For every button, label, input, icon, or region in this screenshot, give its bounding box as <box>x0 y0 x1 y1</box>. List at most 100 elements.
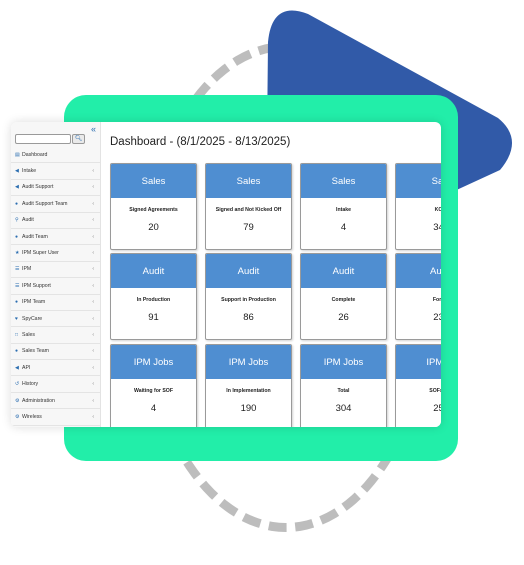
tile-header: Sales <box>111 164 196 198</box>
chevron-left-icon: ‹ <box>92 233 94 240</box>
sidebar-item-label: Administration <box>22 397 55 404</box>
dashboard-tile[interactable]: Sales Signed and Not Kicked Off 79 <box>205 163 292 250</box>
chevron-left-icon: ‹ <box>92 250 94 257</box>
tile-value: 304 <box>335 403 352 414</box>
sidebar-item-sales[interactable]: □ Sales ‹ <box>11 327 100 344</box>
main-content: Dashboard - (8/1/2025 - 8/13/2025) Sales… <box>100 122 441 427</box>
gear-icon: ⚙ <box>15 397 20 404</box>
tile-label: In Implementation <box>226 388 271 394</box>
sidebar-item-audit-support[interactable]: ◀ Audit Support ‹ <box>11 180 100 197</box>
dashboard-tile[interactable]: Sal KO 34 <box>395 163 441 250</box>
chevron-left-icon: ‹ <box>92 200 94 207</box>
dashboard-tile[interactable]: Sales Intake 4 <box>300 163 387 250</box>
tile-value: 4 <box>150 403 157 414</box>
sidebar-item-label: IPM <box>22 266 32 273</box>
tile-header: Audit <box>206 254 291 288</box>
sidebar-item-wireless[interactable]: ⚙ Wireless ‹ <box>11 409 100 426</box>
sidebar-item-label: History <box>22 381 39 388</box>
tile-value: 25 <box>433 403 441 414</box>
chevron-left-icon: ‹ <box>92 266 94 273</box>
tile-label: In Production <box>136 297 171 303</box>
tile-header: Audit <box>301 254 386 288</box>
chevron-left-icon: ‹ <box>92 364 94 371</box>
users-icon: ● <box>15 299 19 306</box>
tile-header: Audit <box>111 254 196 288</box>
search-button[interactable]: 🔍︎ <box>72 134 85 144</box>
sidebar-item-audit-team[interactable]: ● Audit Team ‹ <box>11 229 100 246</box>
tile-label: Fore <box>432 297 441 303</box>
tile-value: 34 <box>433 222 441 233</box>
chevron-left-icon: ‹ <box>92 397 94 404</box>
users-icon: ● <box>15 200 19 207</box>
sidebar-item-ipm-team[interactable]: ● IPM Team ‹ <box>11 295 100 311</box>
dashboard-tile[interactable]: IPM Jobs In Implementation 190 <box>205 344 292 427</box>
tile-value: 26 <box>338 312 349 323</box>
sidebar-item-administration[interactable]: ⚙ Administration ‹ <box>11 393 100 410</box>
tile-header: IPM Jobs <box>301 345 386 379</box>
chevron-left-icon: ‹ <box>92 168 94 175</box>
sidebar-item-label: IPM Team <box>22 299 46 306</box>
tile-header: Aud <box>396 254 441 288</box>
double-chevron-left-icon[interactable]: « <box>91 124 96 134</box>
search-icon: 🔍︎ <box>74 136 83 142</box>
tile-label: Signed and Not Kicked Off <box>215 207 282 213</box>
chevron-left-icon: ‹ <box>92 331 94 338</box>
sidebar-item-intake[interactable]: ◀ Intake ‹ <box>11 163 100 180</box>
dashboard-tile[interactable]: Audit In Production 91 <box>110 253 197 340</box>
chevron-left-icon: ‹ <box>92 184 94 191</box>
sidebar-item-api[interactable]: ◀ API ‹ <box>11 360 100 377</box>
tile-label: Support in Production <box>221 297 276 303</box>
tile-header: Sales <box>301 164 386 198</box>
tile-header: IPM Jobs <box>111 345 196 379</box>
tile-label: Intake <box>336 207 351 213</box>
sidebar-item-label: Wireless <box>22 413 42 420</box>
history-icon: ↺ <box>15 381 20 388</box>
sidebar-item-label: Intake <box>22 168 37 175</box>
tile-label: Waiting for SOF <box>134 388 173 394</box>
tile-value: 4 <box>340 222 347 233</box>
dashboard-tile[interactable]: Audit Support in Production 86 <box>205 253 292 340</box>
chevron-left-icon: ‹ <box>92 381 94 388</box>
sidebar-item-ipm-super-user[interactable]: ★ IPM Super User ‹ <box>11 245 100 262</box>
gear-icon: ⚙ <box>15 413 20 420</box>
users-icon: ● <box>15 348 19 355</box>
chevron-left-icon: ‹ <box>92 413 94 420</box>
tile-label: Total <box>337 388 350 394</box>
dashboard-tile[interactable]: IPM Jobs Waiting for SOF 4 <box>110 344 197 427</box>
star-icon: ★ <box>15 250 20 257</box>
dashboard-tile[interactable]: Aud Fore 23 <box>395 253 441 340</box>
sidebar-item-audit[interactable]: ⚲ Audit ‹ <box>11 213 100 229</box>
dashboard-tile[interactable]: IPM Jobs Total 304 <box>300 344 387 427</box>
dashboard-tile[interactable]: IPM J SOFs P 25 <box>395 344 441 427</box>
tile-label: Complete <box>331 297 356 303</box>
chevron-left-icon: ‹ <box>92 299 94 306</box>
tile-header: Sales <box>206 164 291 198</box>
sidebar-item-label: SpyCare <box>22 315 43 322</box>
tile-header: IPM J <box>396 345 441 379</box>
app-window: 🔍︎ « ▤ Dashboard ◀ Intake ‹ ◀ Audit Support ‹ ● A… <box>11 122 441 427</box>
page-title: Dashboard - (8/1/2025 - 8/13/2025) <box>110 136 291 148</box>
dashboard-tile[interactable]: Audit Complete 26 <box>300 253 387 340</box>
tile-value: 20 <box>148 222 159 233</box>
search-input[interactable] <box>15 134 71 144</box>
megaphone-icon: ◀ <box>15 184 19 191</box>
sidebar-nav: ▤ Dashboard ◀ Intake ‹ ◀ Audit Support ‹ ● Audit … <box>11 147 100 426</box>
tile-label: SOFs P <box>429 388 441 394</box>
sidebar-item-history[interactable]: ↺ History ‹ <box>11 376 100 393</box>
sidebar-item-label: Dashboard <box>22 151 48 158</box>
sidebar-item-ipm[interactable]: ☰ IPM ‹ <box>11 262 100 279</box>
chart-icon: ▤ <box>15 151 20 158</box>
sidebar-item-audit-support-team[interactable]: ● Audit Support Team ‹ <box>11 196 100 213</box>
tile-value: 86 <box>243 312 254 323</box>
chevron-left-icon: ‹ <box>92 315 94 322</box>
sidebar-item-sales-team[interactable]: ● Sales Team ‹ <box>11 344 100 361</box>
sidebar-item-label: Audit <box>22 217 34 224</box>
sidebar-item-ipm-support[interactable]: ☰ IPM Support ‹ <box>11 278 100 295</box>
tile-value: 91 <box>148 312 159 323</box>
tile-value: 79 <box>243 222 254 233</box>
dashboard-tile[interactable]: Sales Signed Agreements 20 <box>110 163 197 250</box>
sidebar-item-spycare[interactable]: ♥ SpyCare ‹ <box>11 311 100 328</box>
sidebar-item-dashboard[interactable]: ▤ Dashboard <box>11 147 100 164</box>
sidebar: 🔍︎ « ▤ Dashboard ◀ Intake ‹ ◀ Audit Support ‹ ● A… <box>11 122 101 427</box>
document-icon: □ <box>15 331 19 338</box>
